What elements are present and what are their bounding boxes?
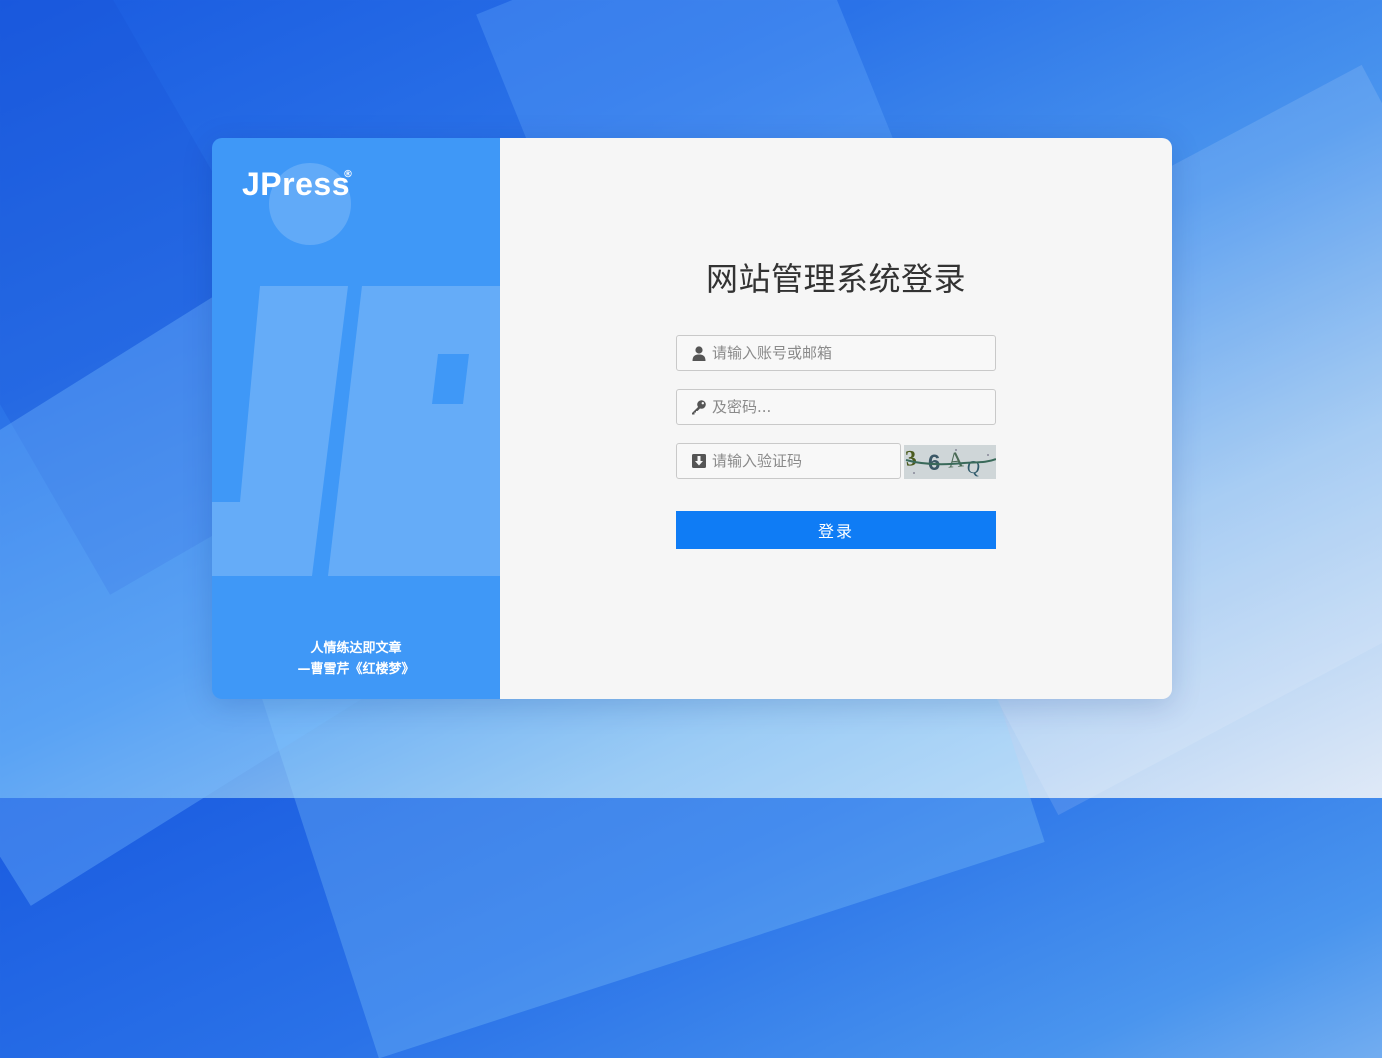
- login-form-panel: 网站管理系统登录 请输入账号或邮箱 请输入验证码 3 6 A Q 登录: [500, 138, 1172, 699]
- svg-text:6: 6: [928, 450, 940, 475]
- login-card: JPress ® 人情练达即文章 —曹雪芹《红楼梦》 网站管理系统登录 请输入账…: [212, 138, 1172, 699]
- page-title: 网站管理系统登录: [705, 260, 966, 298]
- brand-logo: JPress: [242, 166, 350, 202]
- account-field: [676, 335, 996, 371]
- registered-mark: ®: [343, 169, 353, 180]
- login-button[interactable]: 登录: [676, 511, 996, 549]
- quote-author: —曹雪芹《红楼梦》: [297, 662, 415, 677]
- svg-text:Q: Q: [966, 456, 982, 478]
- captcha-image[interactable]: 3 6 A Q: [904, 445, 996, 479]
- user-icon: [688, 345, 710, 361]
- password-field: [676, 389, 996, 425]
- account-input[interactable]: [710, 337, 984, 369]
- brand-panel: JPress ® 人情练达即文章 —曹雪芹《红楼梦》: [212, 138, 500, 699]
- download-icon: [688, 453, 710, 469]
- key-icon: [688, 399, 710, 415]
- jp-watermark: [212, 286, 500, 576]
- password-input[interactable]: [710, 391, 984, 423]
- svg-text:3: 3: [904, 445, 918, 471]
- quote-text: 人情练达即文章: [310, 641, 402, 656]
- captcha-input[interactable]: [710, 445, 894, 477]
- captcha-field: [676, 443, 901, 479]
